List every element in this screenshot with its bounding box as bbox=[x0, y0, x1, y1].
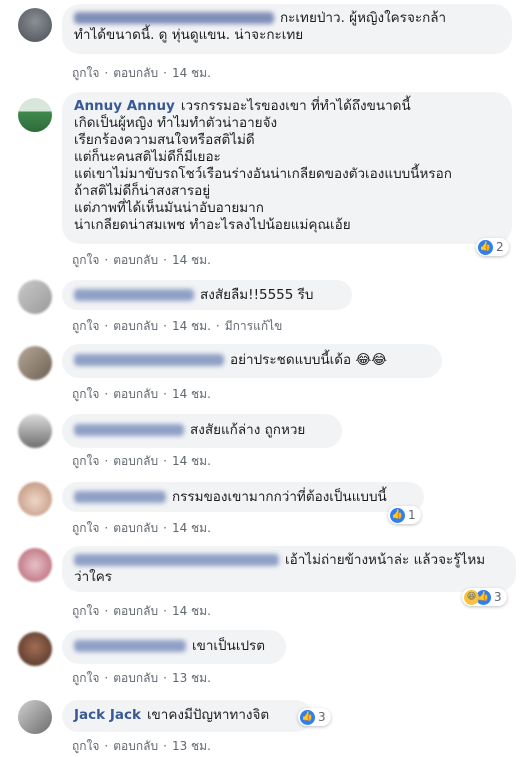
comment-bubble: กะเทยป่าว. ผู้หญิงใครจะกล้า ทำได้ขนาดนี้… bbox=[62, 4, 512, 54]
like-link[interactable]: ถูกใจ bbox=[72, 253, 99, 267]
comment-text-line: เรียกร้องความสนใจหรือสติไม่ดี bbox=[74, 132, 255, 148]
comment-text-line: แต่ภาพที่ได้เห็นมันน่าอับอายมาก bbox=[74, 200, 264, 216]
comment-bubble: สงสัยแก้ล่าง ถูกหวย bbox=[62, 414, 342, 448]
author-name-blurred[interactable] bbox=[74, 640, 186, 652]
comment-text-line: กะเทยป่าว. ผู้หญิงใครจะกล้า bbox=[280, 10, 447, 26]
comment-text-line: ถ้าสติไม่ดีก็น่าสงสารอยู่ bbox=[74, 183, 211, 199]
timestamp[interactable]: 14 ชม. bbox=[172, 253, 211, 267]
comment-actions: ถูกใจ · ตอบกลับ · 13 ชม. bbox=[72, 739, 211, 753]
comment-text-line: เวรกรรมอะไรของเขา ที่ทำได้ถึงขนาดนี้ bbox=[180, 98, 411, 114]
reply-link[interactable]: ตอบกลับ bbox=[113, 387, 158, 401]
author-name-blurred[interactable] bbox=[74, 424, 184, 436]
reply-link[interactable]: ตอบกลับ bbox=[113, 454, 158, 468]
like-reaction-icon: 👍 bbox=[478, 239, 493, 255]
timestamp[interactable]: 14 ชม. bbox=[172, 604, 211, 618]
like-link[interactable]: ถูกใจ bbox=[72, 521, 99, 535]
author-name-blurred[interactable] bbox=[74, 354, 224, 366]
comment-text-line: อย่าประชดแบบนี้เด้อ 😂😂 bbox=[230, 352, 387, 368]
comment-bubble: Annuy Annuy เวรกรรมอะไรของเขา ที่ทำได้ถึง… bbox=[62, 92, 512, 244]
comment-text-line: น่าเกลียดน่าสมเพช ทำอะไรลงไปน้อยแม่คุณเอ… bbox=[74, 217, 351, 233]
like-link[interactable]: ถูกใจ bbox=[72, 66, 99, 80]
like-reaction-icon: 👍 bbox=[390, 507, 405, 523]
like-link[interactable]: ถูกใจ bbox=[72, 387, 99, 401]
avatar[interactable] bbox=[18, 280, 52, 314]
comment-actions: ถูกใจ · ตอบกลับ · 14 ชม. bbox=[72, 604, 211, 618]
reply-link[interactable]: ตอบกลับ bbox=[113, 319, 158, 333]
author-name[interactable]: Jack Jack bbox=[74, 707, 141, 723]
comment-actions: ถูกใจ · ตอบกลับ · 14 ชม. bbox=[72, 387, 211, 401]
comment-actions: ถูกใจ · ตอบกลับ · 14 ชม. bbox=[72, 454, 211, 468]
like-link[interactable]: ถูกใจ bbox=[72, 739, 99, 753]
comment-text-line: สงสัยลืม!!5555 รีบ bbox=[200, 287, 314, 303]
timestamp[interactable]: 14 ชม. bbox=[172, 66, 211, 80]
timestamp[interactable]: 14 ชม. bbox=[172, 387, 211, 401]
reply-link[interactable]: ตอบกลับ bbox=[113, 66, 158, 80]
comment-bubble: เขาเป็นเปรต bbox=[62, 630, 286, 664]
haha-reaction-icon: 😆 bbox=[464, 589, 479, 605]
comment-actions: ถูกใจ · ตอบกลับ · 14 ชม. · มีการแก้ไข bbox=[72, 319, 283, 333]
timestamp[interactable]: 14 ชม. bbox=[172, 319, 211, 333]
reply-link[interactable]: ตอบกลับ bbox=[113, 604, 158, 618]
timestamp[interactable]: 14 ชม. bbox=[172, 454, 211, 468]
comment-text-line: แต่ก็นะคนสติไม่ดีก็มีเยอะ bbox=[74, 149, 221, 165]
comment-text-line: สงสัยแก้ล่าง ถูกหวย bbox=[190, 422, 306, 438]
timestamp[interactable]: 13 ชม. bbox=[172, 739, 211, 753]
comment-text-line: แต่เขาไม่มาขับรถโชว์เรือนร่างอันน่าเกลีย… bbox=[74, 166, 452, 182]
reaction-count[interactable]: 👍 1 bbox=[388, 506, 421, 524]
avatar[interactable] bbox=[18, 632, 52, 666]
comment-bubble: Jack Jack เขาคงมีปัญหาทางจิต bbox=[62, 700, 312, 732]
comment-text-line: ทำได้ขนาดนี้. ดู หุ่นดูแขน. น่าจะกะเทย bbox=[74, 27, 304, 43]
reply-link[interactable]: ตอบกลับ bbox=[113, 739, 158, 753]
comment-actions: ถูกใจ · ตอบกลับ · 14 ชม. bbox=[72, 253, 211, 267]
reaction-count[interactable]: 😆 👍 3 bbox=[462, 588, 507, 606]
avatar[interactable] bbox=[18, 8, 52, 42]
reply-link[interactable]: ตอบกลับ bbox=[113, 521, 158, 535]
edited-link[interactable]: มีการแก้ไข bbox=[225, 319, 283, 333]
timestamp[interactable]: 14 ชม. bbox=[172, 521, 211, 535]
comment-text-line: เขาคงมีปัญหาทางจิต bbox=[146, 707, 270, 723]
like-reaction-icon: 👍 bbox=[300, 709, 315, 725]
reply-link[interactable]: ตอบกลับ bbox=[113, 253, 158, 267]
comment-bubble: อย่าประชดแบบนี้เด้อ 😂😂 bbox=[62, 344, 442, 378]
comment-bubble: สงสัยลืม!!5555 รีบ bbox=[62, 280, 352, 310]
avatar[interactable] bbox=[18, 482, 52, 516]
reaction-count[interactable]: 👍 3 bbox=[298, 708, 331, 726]
comment-text-line: เอ้าไม่ถ่ายข้างหน้าล่ะ แล้วจะรู้ไหม bbox=[285, 552, 486, 568]
comment-bubble: เอ้าไม่ถ่ายข้างหน้าล่ะ แล้วจะรู้ไหม ว่าใ… bbox=[62, 546, 516, 592]
author-name[interactable]: Annuy Annuy bbox=[74, 98, 175, 114]
author-name-blurred[interactable] bbox=[74, 554, 279, 566]
avatar[interactable] bbox=[18, 98, 52, 132]
avatar[interactable] bbox=[18, 346, 52, 380]
like-link[interactable]: ถูกใจ bbox=[72, 671, 99, 685]
avatar[interactable] bbox=[18, 414, 52, 448]
reaction-count[interactable]: 👍 2 bbox=[476, 238, 509, 256]
avatar[interactable] bbox=[18, 700, 52, 734]
comment-actions: ถูกใจ · ตอบกลับ · 14 ชม. bbox=[72, 66, 211, 80]
comment-text-line: เขาเป็นเปรต bbox=[192, 638, 266, 654]
reply-link[interactable]: ตอบกลับ bbox=[113, 671, 158, 685]
author-name-blurred[interactable] bbox=[74, 289, 194, 301]
avatar[interactable] bbox=[18, 548, 52, 582]
like-link[interactable]: ถูกใจ bbox=[72, 319, 99, 333]
timestamp[interactable]: 13 ชม. bbox=[172, 671, 211, 685]
comment-actions: ถูกใจ · ตอบกลับ · 13 ชม. bbox=[72, 671, 211, 685]
comment-bubble: กรรมของเขามากกว่าที่ต้องเป็นแบบนี้ bbox=[62, 482, 424, 512]
like-link[interactable]: ถูกใจ bbox=[72, 604, 99, 618]
author-name-blurred[interactable] bbox=[74, 491, 166, 503]
author-name-blurred[interactable] bbox=[74, 12, 274, 24]
comment-actions: ถูกใจ · ตอบกลับ · 14 ชม. bbox=[72, 521, 211, 535]
comment-text-line: ว่าใคร bbox=[74, 569, 113, 585]
comment-text-line: กรรมของเขามากกว่าที่ต้องเป็นแบบนี้ bbox=[172, 489, 387, 505]
comment-text-line: เกิดเป็นผู้หญิง ทำไมทำตัวน่าอายจัง bbox=[74, 115, 278, 131]
like-link[interactable]: ถูกใจ bbox=[72, 454, 99, 468]
